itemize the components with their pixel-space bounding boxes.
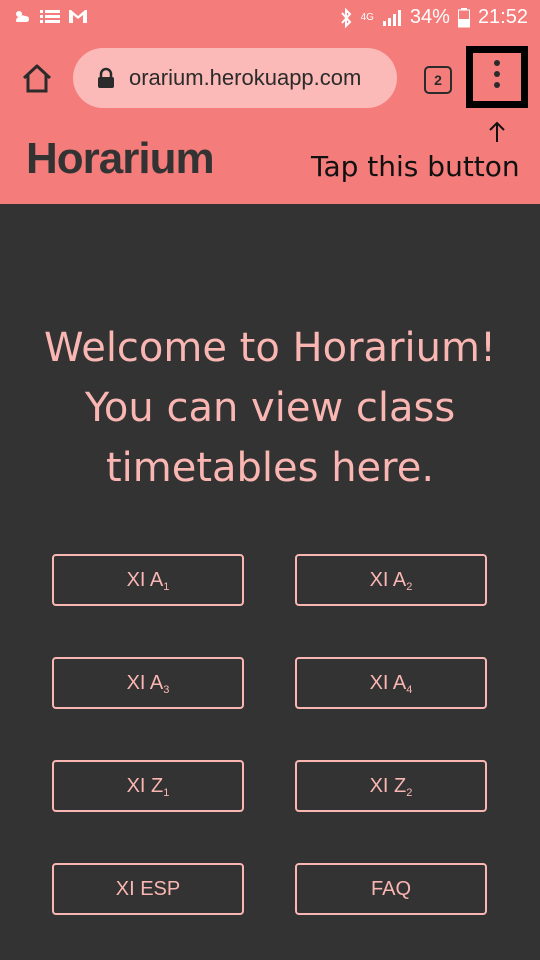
button-subscript: 2 xyxy=(406,787,413,799)
button-subscript: 2 xyxy=(406,581,413,593)
class-button-xi-esp[interactable]: XI ESP xyxy=(52,863,244,915)
button-label: XI ESP xyxy=(115,878,181,900)
menu-dot xyxy=(494,60,500,66)
bluetooth-icon xyxy=(340,7,351,28)
class-button-xi-a2[interactable]: XI A2 xyxy=(295,554,487,606)
welcome-line: Welcome to Horarium! xyxy=(44,325,496,371)
hint-text: Tap this button xyxy=(311,150,520,183)
class-button-xi-a1[interactable]: XI A1 xyxy=(52,554,244,606)
home-icon[interactable] xyxy=(20,62,54,96)
button-label: XI A xyxy=(369,672,407,694)
clock: 21:52 xyxy=(477,6,528,28)
weather-icon xyxy=(16,11,29,22)
status-bar: 4G 34% 21:52 xyxy=(0,0,540,38)
site-logo[interactable]: Horarium xyxy=(26,134,215,184)
class-button-xi-a4[interactable]: XI A4 xyxy=(295,657,487,709)
gmail-icon xyxy=(69,10,87,23)
address-bar[interactable]: orarium.herokuapp.com xyxy=(73,48,397,108)
button-subscript: 4 xyxy=(406,684,413,696)
button-label: FAQ xyxy=(370,878,411,900)
class-button-xi-z2[interactable]: XI Z2 xyxy=(295,760,487,812)
welcome-message: Welcome to Horarium! You can view class … xyxy=(0,318,540,498)
button-label: XI Z xyxy=(369,775,407,797)
url-text: orarium.herokuapp.com xyxy=(129,65,362,90)
class-button-xi-a3[interactable]: XI A3 xyxy=(52,657,244,709)
button-subscript: 1 xyxy=(163,581,170,593)
browser-menu-button[interactable] xyxy=(466,46,528,108)
network-type: 4G xyxy=(360,11,374,23)
signal-icon xyxy=(382,9,401,26)
menu-dot xyxy=(494,82,500,88)
battery-percent: 34% xyxy=(409,6,450,28)
battery-icon xyxy=(457,7,470,27)
list-icon xyxy=(40,10,60,23)
menu-dot xyxy=(494,71,500,77)
button-label: XI A xyxy=(126,672,164,694)
button-label: XI A xyxy=(369,569,407,591)
up-arrow-icon xyxy=(486,120,508,144)
button-label: XI Z xyxy=(126,775,164,797)
browser-toolbar: orarium.herokuapp.com 2 xyxy=(0,38,540,120)
button-subscript: 3 xyxy=(163,684,170,696)
lock-icon xyxy=(98,67,114,88)
button-label: XI A xyxy=(126,569,164,591)
welcome-line: timetables here. xyxy=(105,445,435,491)
button-subscript: 1 xyxy=(163,787,170,799)
class-button-xi-z1[interactable]: XI Z1 xyxy=(52,760,244,812)
site-header: Horarium Tap this button xyxy=(0,120,540,204)
tab-switcher-button[interactable]: 2 xyxy=(424,66,452,94)
welcome-line: You can view class xyxy=(84,385,456,431)
faq-button[interactable]: FAQ xyxy=(295,863,487,915)
